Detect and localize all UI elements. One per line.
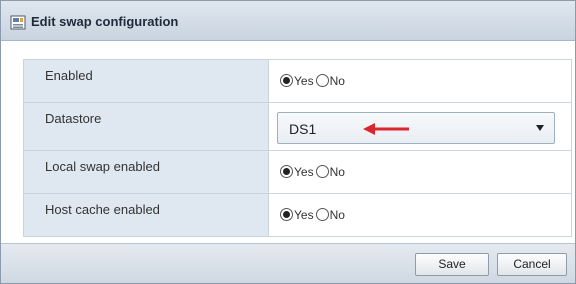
local-swap-yes-radio[interactable] [280,165,293,179]
datastore-value: DS1 [289,121,317,137]
enabled-radio-group: Yes No [280,72,347,88]
radio-label-yes: Yes [294,207,314,222]
radio-label-no: No [329,73,345,88]
save-button[interactable]: Save [415,253,489,276]
swap-config-icon [10,15,26,30]
enabled-yes-radio[interactable] [280,74,293,88]
edit-swap-dialog: Edit swap configuration Enabled Yes No Da… [0,0,576,284]
row-host-cache: Host cache enabled Yes No [24,194,571,236]
chevron-down-icon [536,125,544,131]
dialog-footer: Save Cancel [1,243,575,283]
row-label: Enabled [45,68,93,83]
dialog-titlebar: Edit swap configuration [1,1,575,41]
red-arrow-icon [363,123,409,135]
host-cache-no-radio[interactable] [315,208,329,222]
datastore-select[interactable]: DS1 [277,112,555,144]
host-cache-yes-radio[interactable] [280,208,293,222]
radio-label-yes: Yes [294,164,314,179]
dialog-title: Edit swap configuration [31,14,179,29]
local-swap-no-radio[interactable] [315,165,329,179]
cancel-button[interactable]: Cancel [497,253,567,276]
host-cache-radio-group: Yes No [280,206,347,222]
row-local-swap: Local swap enabled Yes No [24,151,571,194]
row-label: Local swap enabled [45,159,160,174]
row-datastore: Datastore DS1 [24,103,571,151]
row-label: Datastore [45,111,102,126]
row-enabled: Enabled Yes No [24,60,571,103]
radio-label-yes: Yes [294,73,314,88]
settings-table: Enabled Yes No Datastore DS1 Local swap … [23,59,572,237]
enabled-no-radio[interactable] [315,74,329,88]
radio-label-no: No [329,207,345,222]
local-swap-radio-group: Yes No [280,163,347,179]
row-label: Host cache enabled [45,202,160,217]
radio-label-no: No [329,164,345,179]
